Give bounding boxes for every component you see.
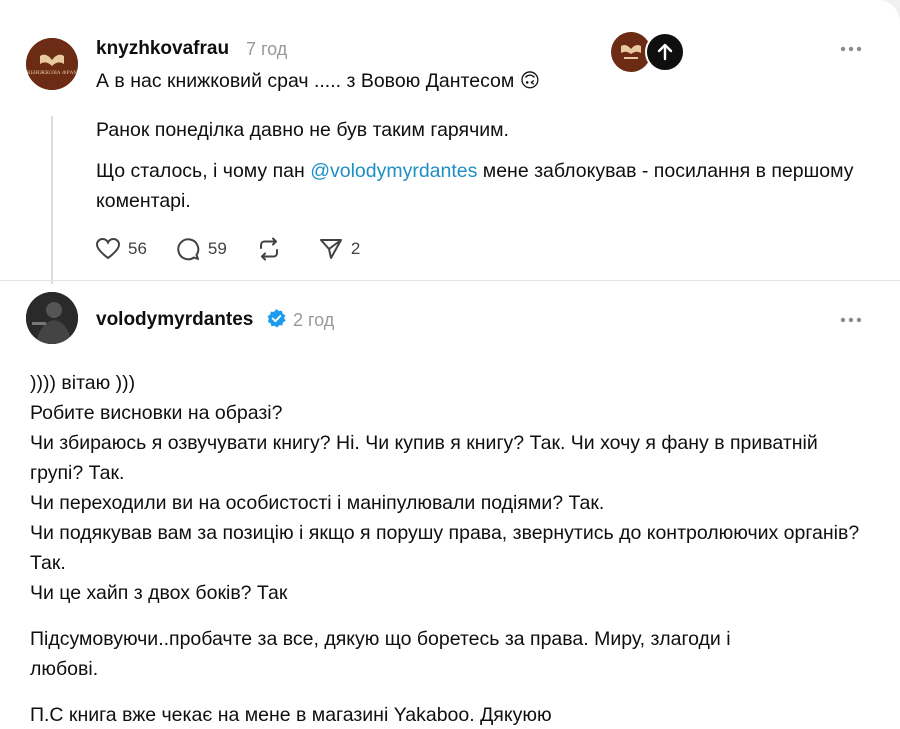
reply-timestamp[interactable]: 2 год: [293, 310, 334, 331]
reply-ps: П.С книга вже чекає на мене в магазині Y…: [30, 704, 552, 726]
reply-username[interactable]: volodymyrdantes: [96, 309, 253, 331]
reply-summary: Підсумовуючи..пробачте за все, дякую що …: [30, 628, 731, 680]
floating-actions: [611, 32, 685, 72]
like-count: 56: [128, 239, 147, 258]
comment-count: 59: [207, 239, 227, 258]
send-icon: [319, 239, 342, 259]
comment-icon: [177, 238, 200, 261]
repost-button[interactable]: [255, 236, 290, 262]
post-divider: [0, 280, 900, 281]
reply-more-button[interactable]: [840, 305, 862, 327]
reply-body: )))) вітаю ))) Робите висновки на образі…: [30, 368, 880, 729]
reply-line: Чи подякував вам за позицію і якщо я пор…: [30, 522, 860, 574]
more-horizontal-icon: [840, 46, 862, 52]
volodymyrdantes-avatar[interactable]: [26, 292, 78, 344]
scroll-top-button[interactable]: [645, 32, 685, 72]
upside-down-emoji: 🙃: [519, 70, 541, 92]
heart-icon: [95, 237, 121, 260]
post-paragraph-2: Що сталось, і чому пан @volodymyrdantes …: [96, 156, 856, 216]
verified-badge-icon: [267, 308, 286, 328]
repost-icon: [259, 237, 278, 261]
share-count: 2: [350, 239, 361, 258]
para2-text-before: Що сталось, і чому пан: [96, 160, 311, 182]
threads-card: КНИЖКОВА ФРАУ knyzhkovafrau 7 год А в на…: [0, 0, 900, 729]
thread-connector: [51, 116, 53, 284]
profile-photo-icon: [26, 292, 78, 344]
post-username[interactable]: knyzhkovafrau: [96, 38, 229, 60]
reply-line: Чи збираюсь я озвучувати книгу? Ні. Чи к…: [30, 432, 818, 484]
arrow-up-icon: [657, 43, 673, 61]
post-headline: А в нас книжковий срач ..... з Вовою Дан…: [96, 66, 540, 96]
comment-button[interactable]: 59: [175, 236, 227, 262]
more-horizontal-icon: [840, 317, 862, 323]
reply-line: Робите висновки на образі?: [30, 402, 283, 424]
reply-line: )))) вітаю ))): [30, 372, 136, 394]
post-paragraph-1: Ранок понеділка давно не був таким гаряч…: [96, 119, 509, 141]
logo-text: КНИЖКОВА ФРАУ: [27, 70, 78, 76]
post-action-bar: 56 59 2: [95, 232, 388, 266]
like-button[interactable]: 56: [95, 237, 147, 261]
book-logo-icon: КНИЖКОВА ФРАУ: [26, 38, 78, 90]
post-more-button[interactable]: [840, 34, 862, 56]
knyzhkovafrau-avatar[interactable]: КНИЖКОВА ФРАУ: [26, 38, 78, 90]
mention-link[interactable]: @volodymyrdantes: [310, 160, 477, 182]
share-button[interactable]: 2: [318, 237, 360, 261]
reply-line: Чи переходили ви на особистості і маніпу…: [30, 492, 605, 514]
post-headline-text: А в нас книжковий срач ..... з Вовою Дан…: [96, 70, 515, 92]
post-timestamp[interactable]: 7 год: [246, 39, 287, 60]
reply-line: Чи це хайп з двох боків? Так: [30, 582, 288, 604]
